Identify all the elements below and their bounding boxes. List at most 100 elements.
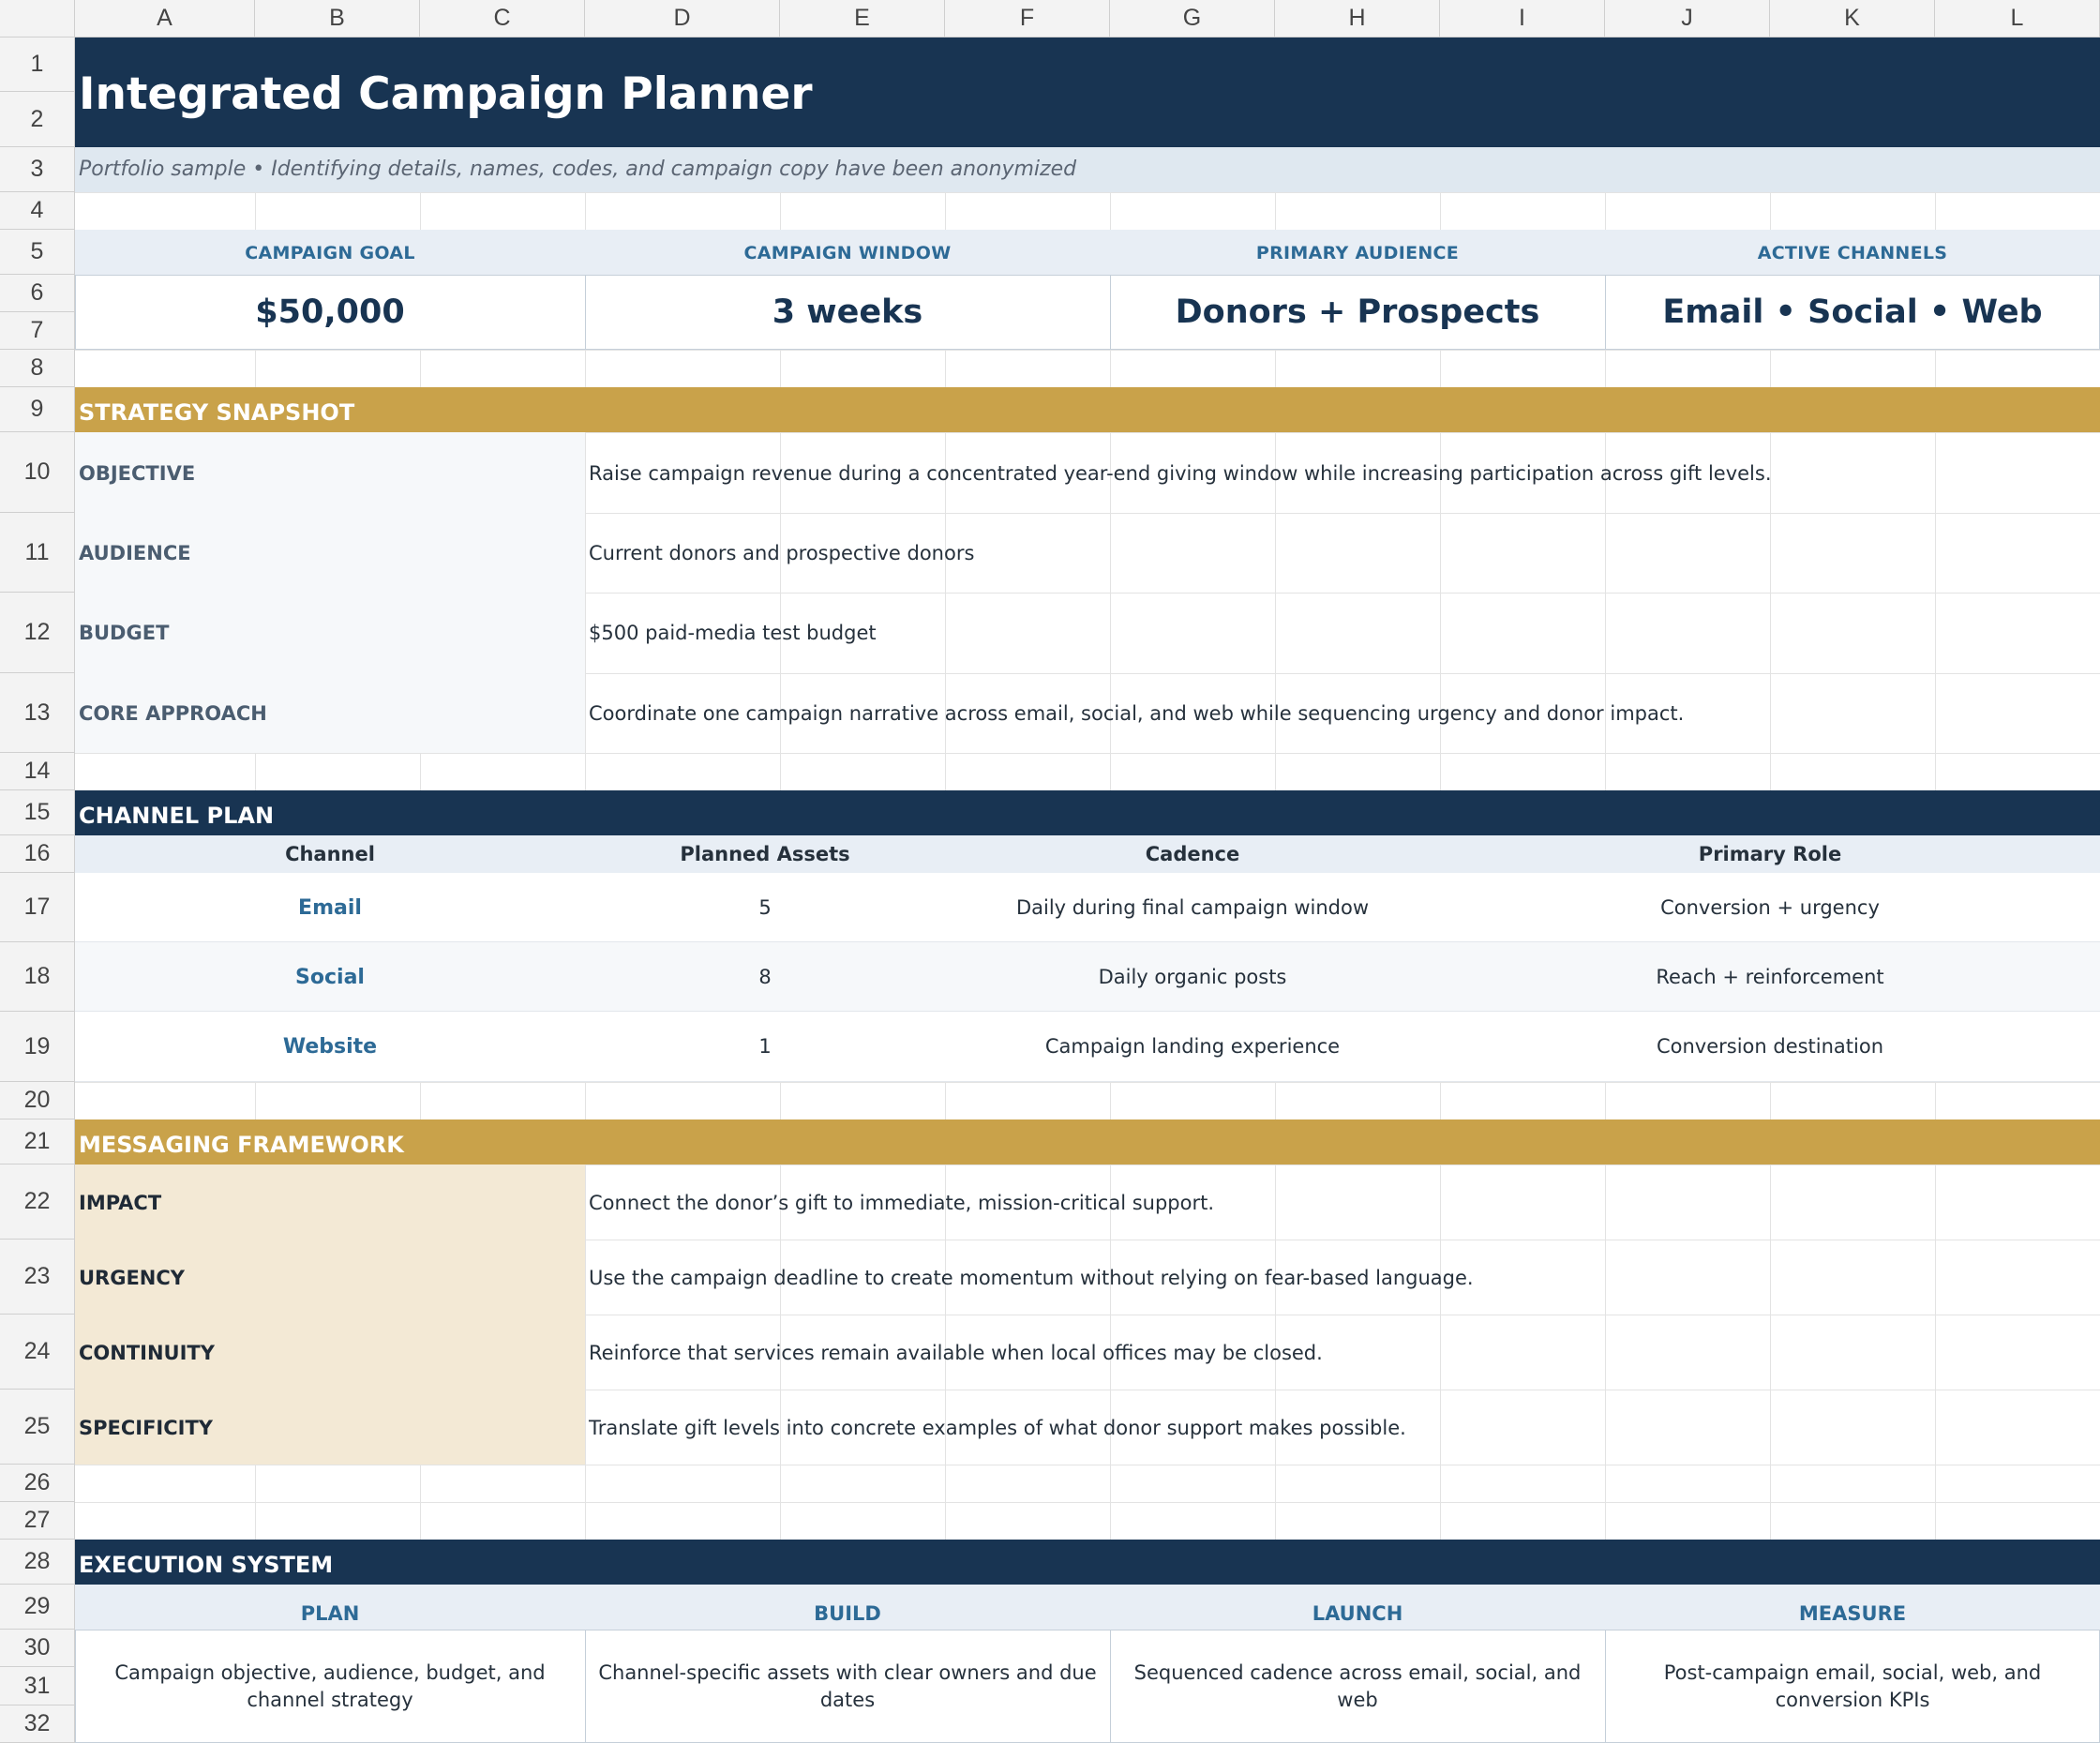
row-header-10[interactable]: 10 bbox=[0, 432, 75, 513]
planned-assets-social: 8 bbox=[758, 966, 772, 988]
primary-role-website: Conversion destination bbox=[1656, 1035, 1884, 1058]
row-header-8[interactable]: 8 bbox=[0, 350, 75, 387]
row-header-16[interactable]: 16 bbox=[0, 835, 75, 873]
row-header-29[interactable]: 29 bbox=[0, 1585, 75, 1630]
column-header-b[interactable]: B bbox=[255, 0, 420, 38]
row-header-20[interactable]: 20 bbox=[0, 1082, 75, 1119]
row-header-15[interactable]: 15 bbox=[0, 790, 75, 835]
row-header-3[interactable]: 3 bbox=[0, 147, 75, 192]
stage-label-launch: LAUNCH bbox=[1312, 1602, 1403, 1625]
row-header-17[interactable]: 17 bbox=[0, 873, 75, 942]
strategy-value-core-approach[interactable]: Coordinate one campaign narrative across… bbox=[589, 702, 1684, 725]
messaging-value-specificity[interactable]: Translate gift levels into concrete exam… bbox=[589, 1417, 1406, 1439]
row-header-28[interactable]: 28 bbox=[0, 1540, 75, 1585]
column-header-e[interactable]: E bbox=[780, 0, 945, 38]
messaging-header-band: MESSAGING FRAMEWORK bbox=[75, 1119, 2100, 1165]
row-header-14[interactable]: 14 bbox=[0, 753, 75, 790]
channel-plan-header-band: CHANNEL PLAN bbox=[75, 790, 2100, 835]
row-header-4[interactable]: 4 bbox=[0, 192, 75, 230]
column-header-cadence: Cadence bbox=[1145, 843, 1240, 865]
sheet-subtitle: Portfolio sample • Identifying details, … bbox=[79, 158, 1077, 181]
messaging-label-continuity: CONTINUITY bbox=[79, 1342, 215, 1364]
row-header-18[interactable]: 18 bbox=[0, 942, 75, 1012]
stage-label-plan: PLAN bbox=[300, 1602, 360, 1625]
gridline bbox=[75, 192, 2100, 193]
planned-assets-website: 1 bbox=[758, 1035, 772, 1058]
row-header-23[interactable]: 23 bbox=[0, 1240, 75, 1315]
planned-assets-email: 5 bbox=[758, 896, 772, 919]
messaging-value-continuity[interactable]: Reinforce that services remain available… bbox=[589, 1342, 1323, 1364]
execution-header: EXECUTION SYSTEM bbox=[79, 1552, 334, 1578]
row-header-25[interactable]: 25 bbox=[0, 1390, 75, 1465]
row-header-24[interactable]: 24 bbox=[0, 1315, 75, 1390]
execution-header-band: EXECUTION SYSTEM bbox=[75, 1540, 2100, 1585]
sheet-title: Integrated Campaign Planner bbox=[79, 68, 813, 120]
row-header-2[interactable]: 2 bbox=[0, 92, 75, 147]
kpi-value-audience: Donors + Prospects bbox=[1175, 293, 1540, 331]
stage-text-measure: Post-campaign email, social, web, and co… bbox=[1663, 1660, 2042, 1711]
stage-text-plan: Campaign objective, audience, budget, an… bbox=[114, 1660, 546, 1711]
messaging-value-impact[interactable]: Connect the donor’s gift to immediate, m… bbox=[589, 1192, 1214, 1214]
messaging-label-impact: IMPACT bbox=[79, 1192, 162, 1214]
column-header-d[interactable]: D bbox=[585, 0, 780, 38]
cadence-social: Daily organic posts bbox=[1098, 966, 1287, 988]
subtitle-band: Portfolio sample • Identifying details, … bbox=[75, 147, 2100, 192]
strategy-label-objective: OBJECTIVE bbox=[79, 462, 196, 485]
column-header-g[interactable]: G bbox=[1110, 0, 1275, 38]
strategy-label-budget: BUDGET bbox=[79, 622, 170, 644]
strategy-value-budget[interactable]: $500 paid-media test budget bbox=[589, 622, 877, 644]
strategy-label-audience: AUDIENCE bbox=[79, 542, 191, 564]
column-header-l[interactable]: L bbox=[1935, 0, 2100, 38]
column-header-c[interactable]: C bbox=[420, 0, 585, 38]
row-header-9[interactable]: 9 bbox=[0, 387, 75, 432]
column-header-channel: Channel bbox=[285, 843, 375, 865]
row-header-22[interactable]: 22 bbox=[0, 1165, 75, 1240]
column-header-a[interactable]: A bbox=[75, 0, 255, 38]
messaging-label-urgency: URGENCY bbox=[79, 1267, 185, 1289]
row-header-12[interactable]: 12 bbox=[0, 593, 75, 673]
column-header-h[interactable]: H bbox=[1275, 0, 1440, 38]
column-header-f[interactable]: F bbox=[945, 0, 1110, 38]
select-all-corner[interactable] bbox=[0, 0, 75, 38]
stage-label-measure: MEASURE bbox=[1798, 1602, 1907, 1625]
channel-plan-header: CHANNEL PLAN bbox=[79, 803, 275, 829]
row-header-5[interactable]: 5 bbox=[0, 230, 75, 275]
channel-name-social: Social bbox=[295, 966, 365, 989]
strategy-value-audience[interactable]: Current donors and prospective donors bbox=[589, 542, 974, 564]
messaging-label-specificity: SPECIFICITY bbox=[79, 1417, 214, 1439]
cadence-website: Campaign landing experience bbox=[1044, 1035, 1341, 1058]
column-header-j[interactable]: J bbox=[1605, 0, 1770, 38]
strategy-label-core-approach: CORE APPROACH bbox=[79, 702, 267, 725]
cadence-email: Daily during final campaign window bbox=[1015, 896, 1370, 919]
stage-text-launch: Sequenced cadence across email, social, … bbox=[1133, 1660, 1582, 1711]
channel-name-website: Website bbox=[282, 1035, 378, 1059]
row-header-13[interactable]: 13 bbox=[0, 673, 75, 753]
row-header-27[interactable]: 27 bbox=[0, 1502, 75, 1540]
row-header-32[interactable]: 32 bbox=[0, 1705, 75, 1743]
messaging-value-urgency[interactable]: Use the campaign deadline to create mome… bbox=[589, 1267, 1474, 1289]
column-header-i[interactable]: I bbox=[1440, 0, 1605, 38]
primary-role-email: Conversion + urgency bbox=[1660, 896, 1880, 919]
row-header-31[interactable]: 31 bbox=[0, 1667, 75, 1705]
row-header-21[interactable]: 21 bbox=[0, 1119, 75, 1165]
column-header-k[interactable]: K bbox=[1770, 0, 1935, 38]
row-header-26[interactable]: 26 bbox=[0, 1465, 75, 1502]
primary-role-social: Reach + reinforcement bbox=[1656, 966, 1884, 988]
row-header-7[interactable]: 7 bbox=[0, 312, 75, 350]
column-header-planned-assets: Planned Assets bbox=[680, 843, 850, 865]
channel-name-email: Email bbox=[298, 896, 362, 920]
row-header-30[interactable]: 30 bbox=[0, 1630, 75, 1667]
row-header-1[interactable]: 1 bbox=[0, 38, 75, 92]
stage-text-build: Channel-specific assets with clear owner… bbox=[598, 1660, 1097, 1711]
row-header-6[interactable]: 6 bbox=[0, 275, 75, 312]
row-header-19[interactable]: 19 bbox=[0, 1012, 75, 1082]
kpi-label-audience: PRIMARY AUDIENCE bbox=[1255, 243, 1460, 263]
kpi-label-window: CAMPAIGN WINDOW bbox=[743, 243, 952, 263]
strategy-header: STRATEGY SNAPSHOT bbox=[79, 399, 355, 426]
gridline bbox=[75, 753, 2100, 754]
kpi-label-channels: ACTIVE CHANNELS bbox=[1757, 243, 1948, 263]
row-header-11[interactable]: 11 bbox=[0, 513, 75, 593]
strategy-value-objective[interactable]: Raise campaign revenue during a concentr… bbox=[589, 462, 1772, 485]
messaging-header: MESSAGING FRAMEWORK bbox=[79, 1132, 404, 1158]
kpi-value-channels: Email • Social • Web bbox=[1662, 293, 2043, 331]
